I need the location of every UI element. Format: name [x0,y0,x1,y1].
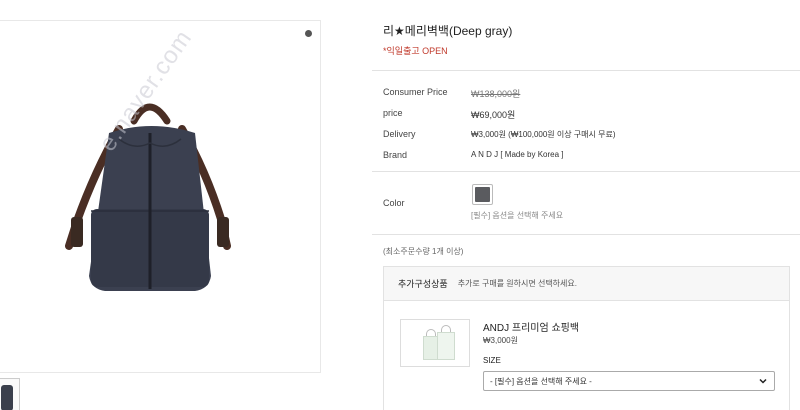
price-value: ₩69,000원 [471,110,516,120]
divider [372,70,800,71]
size-select[interactable]: - [필수] 옵션을 선택해 주세요 - [483,371,775,391]
min-order-quantity: (최소주문수량 1개 이상) [383,247,464,256]
gallery-indicator-dot[interactable] [305,30,312,37]
product-image-frame[interactable]: e.naver.com [0,20,321,373]
addon-subtitle: 추가로 구매를 원하시면 선택하세요. [457,279,577,288]
swatch-fill [475,187,490,202]
product-thumbnail[interactable] [0,378,20,410]
product-title: 리★메리벽백(Deep gray) [383,24,513,38]
shipping-notice: *익일출고 OPEN [383,46,448,56]
addon-product-price: ₩3,000원 [483,336,518,345]
delivery-label: Delivery [383,129,416,139]
delivery-value: ₩3,000원 (₩100,000원 이상 구매시 무료) [471,130,616,139]
chevron-down-icon [759,378,767,384]
shopping-bag-image[interactable] [400,319,470,367]
brand-label: Brand [383,150,408,160]
addon-title: 추가구성상품 [398,279,448,289]
size-label: SIZE [483,356,501,365]
addon-products-panel: 추가구성상품 추가로 구매를 원하시면 선택하세요. ANDJ 프리미엄 쇼핑백… [383,266,790,410]
consumer-price-value: ₩138,000원 [471,89,521,99]
color-swatch-deep-gray[interactable] [472,184,493,205]
size-select-value: - [필수] 옵션을 선택해 주세요 - [490,376,592,386]
divider [372,234,800,235]
divider [372,171,800,172]
price-label: price [383,108,403,118]
consumer-price-label: Consumer Price [383,87,448,97]
color-label: Color [383,198,405,208]
addon-product-name: ANDJ 프리미엄 쇼핑백 [483,323,580,334]
brand-value: A N D J [ Made by Korea ] [471,150,564,159]
addon-header: 추가구성상품 추가로 구매를 원하시면 선택하세요. [384,267,789,301]
color-option-hint: [필수] 옵션을 선택해 주세요 [471,211,564,220]
bag-shape [437,332,455,360]
